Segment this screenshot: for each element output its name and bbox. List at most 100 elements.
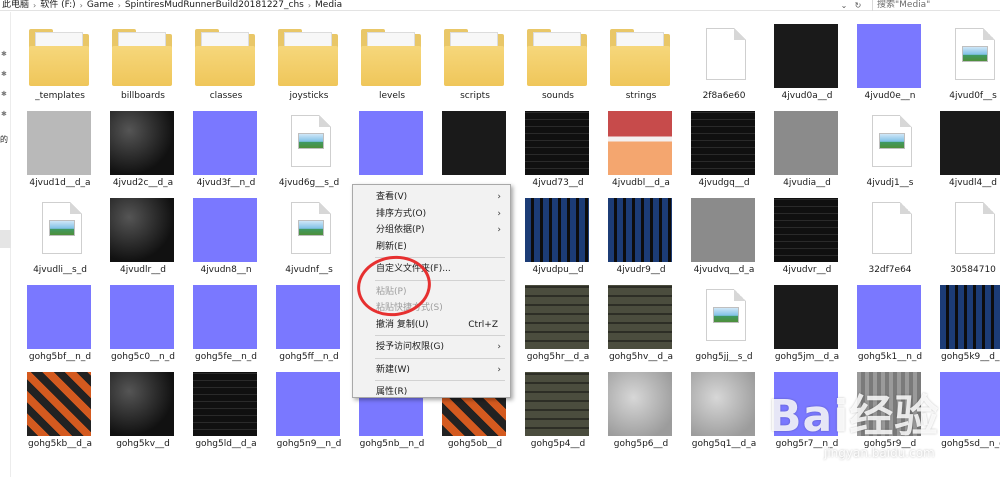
- chevron-right-icon: ›: [497, 225, 501, 235]
- chevron-right-icon: ›: [497, 342, 501, 352]
- folder-item[interactable]: joysticks: [269, 14, 349, 101]
- file-item[interactable]: 32df7e64: [850, 188, 930, 275]
- menu-item-label: 刷新(E): [376, 241, 407, 252]
- menu-item[interactable]: 授予访问权限(G) ›: [353, 339, 510, 355]
- search-input[interactable]: 搜索"Media": [872, 0, 1000, 11]
- file-item[interactable]: gohg5kv__d: [103, 362, 183, 449]
- file-item[interactable]: 4jvudvq__d_a: [684, 188, 764, 275]
- chevron-right-icon[interactable]: ›: [80, 0, 83, 11]
- menu-item[interactable]: 查看(V) ›: [353, 189, 510, 205]
- breadcrumb[interactable]: 此电脑 › 软件 (F:) › Game › SpintiresMudRunnerBuild…: [0, 0, 836, 11]
- file-item[interactable]: gohg5bf__n_d: [20, 275, 100, 362]
- file-item[interactable]: gohg5hr__d_a: [518, 275, 598, 362]
- menu-item[interactable]: 撤消 复制(U) Ctrl+Z: [353, 317, 510, 333]
- file-item[interactable]: 4jvudvr__d: [767, 188, 847, 275]
- file-item[interactable]: [352, 101, 432, 187]
- file-item[interactable]: 4jvudpu__d: [518, 188, 598, 275]
- file-item[interactable]: 4jvudlr__d: [103, 188, 183, 275]
- texture-thumbnail: [27, 285, 91, 349]
- file-item[interactable]: 4jvudgq__d: [684, 101, 764, 188]
- file-item[interactable]: gohg5k9__d_a: [933, 275, 1000, 362]
- file-item[interactable]: gohg5kb__d_a: [20, 362, 100, 449]
- file-item[interactable]: 4jvudbl__d_a: [601, 101, 681, 188]
- chevron-right-icon[interactable]: ›: [33, 0, 36, 11]
- image-file-icon: [872, 115, 912, 167]
- folder-item[interactable]: _templates: [20, 14, 100, 101]
- breadcrumb-item[interactable]: 此电脑: [2, 0, 29, 11]
- file-item[interactable]: 4jvudnf__s: [269, 188, 349, 275]
- file-item[interactable]: 2f8a6e60: [684, 14, 764, 101]
- file-item[interactable]: 4jvud0f__s: [933, 14, 1000, 101]
- file-item[interactable]: 4jvudia__d: [767, 101, 847, 188]
- menu-item-label: 查看(V): [376, 192, 408, 202]
- file-item[interactable]: 4jvudn8__n: [186, 188, 266, 275]
- file-item[interactable]: 4jvud2c__d_a: [103, 101, 183, 188]
- file-item[interactable]: 30584710: [933, 188, 1000, 275]
- file-item[interactable]: gohg5c0__n_d: [103, 275, 183, 362]
- pin-icon: ✱: [1, 110, 7, 118]
- menu-item[interactable]: 属性(R): [353, 384, 510, 400]
- texture-thumbnail: [110, 111, 174, 175]
- file-item[interactable]: gohg5jj__s_d: [684, 275, 764, 362]
- file-item[interactable]: gohg5ff__n_d: [269, 275, 349, 362]
- file-item[interactable]: gohg5p6__d: [601, 362, 681, 449]
- texture-thumbnail: [774, 198, 838, 262]
- chevron-right-icon[interactable]: ›: [308, 0, 311, 11]
- file-item[interactable]: 4jvudl4__d: [933, 101, 1000, 188]
- file-item[interactable]: 4jvudj1__s: [850, 101, 930, 188]
- folder-icon: [110, 24, 174, 88]
- file-item[interactable]: 4jvud73__d: [518, 101, 598, 188]
- breadcrumb-item[interactable]: SpintiresMudRunnerBuild20181227_chs: [125, 0, 304, 11]
- refresh-icon[interactable]: ↻: [852, 0, 864, 11]
- file-item[interactable]: 4jvudli__s_d: [20, 188, 100, 275]
- menu-item-label: 排序方式(O): [376, 208, 427, 219]
- menu-item[interactable]: 排序方式(O) ›: [353, 206, 510, 222]
- texture-thumbnail: [608, 372, 672, 436]
- folder-item[interactable]: levels: [352, 14, 432, 101]
- file-item[interactable]: 4jvud0a__d: [767, 14, 847, 101]
- texture-thumbnail: [193, 285, 257, 349]
- file-item[interactable]: gohg5fe__n_d: [186, 275, 266, 362]
- file-item[interactable]: gohg5n9__n_d: [269, 362, 349, 449]
- file-item[interactable]: 4jvudr9__d: [601, 188, 681, 275]
- file-item[interactable]: gohg5hv__d_a: [601, 275, 681, 362]
- file-item[interactable]: gohg5ld__d_a: [186, 362, 266, 449]
- file-item[interactable]: gohg5k1__n_d: [850, 275, 930, 362]
- nav-selected-item[interactable]: [0, 230, 11, 248]
- breadcrumb-item[interactable]: Media: [315, 0, 342, 11]
- folder-item[interactable]: sounds: [518, 14, 598, 101]
- file-item[interactable]: 4jvud0e__n: [850, 14, 930, 101]
- pin-icon: ✱: [1, 90, 7, 98]
- file-name: gohg5n9__n_d: [276, 439, 342, 449]
- menu-item[interactable]: 新建(W) ›: [353, 362, 510, 378]
- menu-item[interactable]: 分组依据(P) ›: [353, 222, 510, 238]
- file-item[interactable]: gohg5p4__d: [518, 362, 598, 449]
- file-item[interactable]: 4jvud6g__s_d: [269, 101, 349, 188]
- folder-item[interactable]: billboards: [103, 14, 183, 101]
- texture-thumbnail: [691, 111, 755, 175]
- menu-separator: [375, 357, 505, 359]
- menu-item-label: 属性(R): [376, 387, 408, 397]
- file-item[interactable]: 4jvud1d__d_a: [20, 101, 100, 188]
- file-icon: [955, 202, 995, 254]
- breadcrumb-item[interactable]: Game: [87, 0, 114, 11]
- folder-icon: [359, 24, 423, 88]
- breadcrumb-item[interactable]: 软件 (F:): [40, 0, 75, 11]
- file-item[interactable]: gohg5q1__d_a: [684, 362, 764, 449]
- texture-thumbnail: [525, 372, 589, 436]
- file-item[interactable]: gohg5jm__d_a: [767, 275, 847, 362]
- image-file-icon: [706, 289, 746, 341]
- chevron-down-icon[interactable]: ⌄: [838, 0, 850, 11]
- file-item[interactable]: 4jvud3f__n_d: [186, 101, 266, 188]
- texture-thumbnail: [857, 285, 921, 349]
- file-icon: [872, 202, 912, 254]
- menu-item[interactable]: 刷新(E): [353, 239, 510, 255]
- folder-item[interactable]: scripts: [435, 14, 515, 101]
- chevron-right-icon[interactable]: ›: [118, 0, 121, 11]
- folder-item[interactable]: strings: [601, 14, 681, 101]
- navigation-pane[interactable]: ✱ ✱ ✱ ✱ 的: [0, 12, 11, 477]
- file-item[interactable]: [435, 101, 515, 187]
- folder-item[interactable]: classes: [186, 14, 266, 101]
- menu-shortcut: Ctrl+Z: [468, 319, 498, 330]
- nav-item-label[interactable]: 的: [0, 134, 8, 145]
